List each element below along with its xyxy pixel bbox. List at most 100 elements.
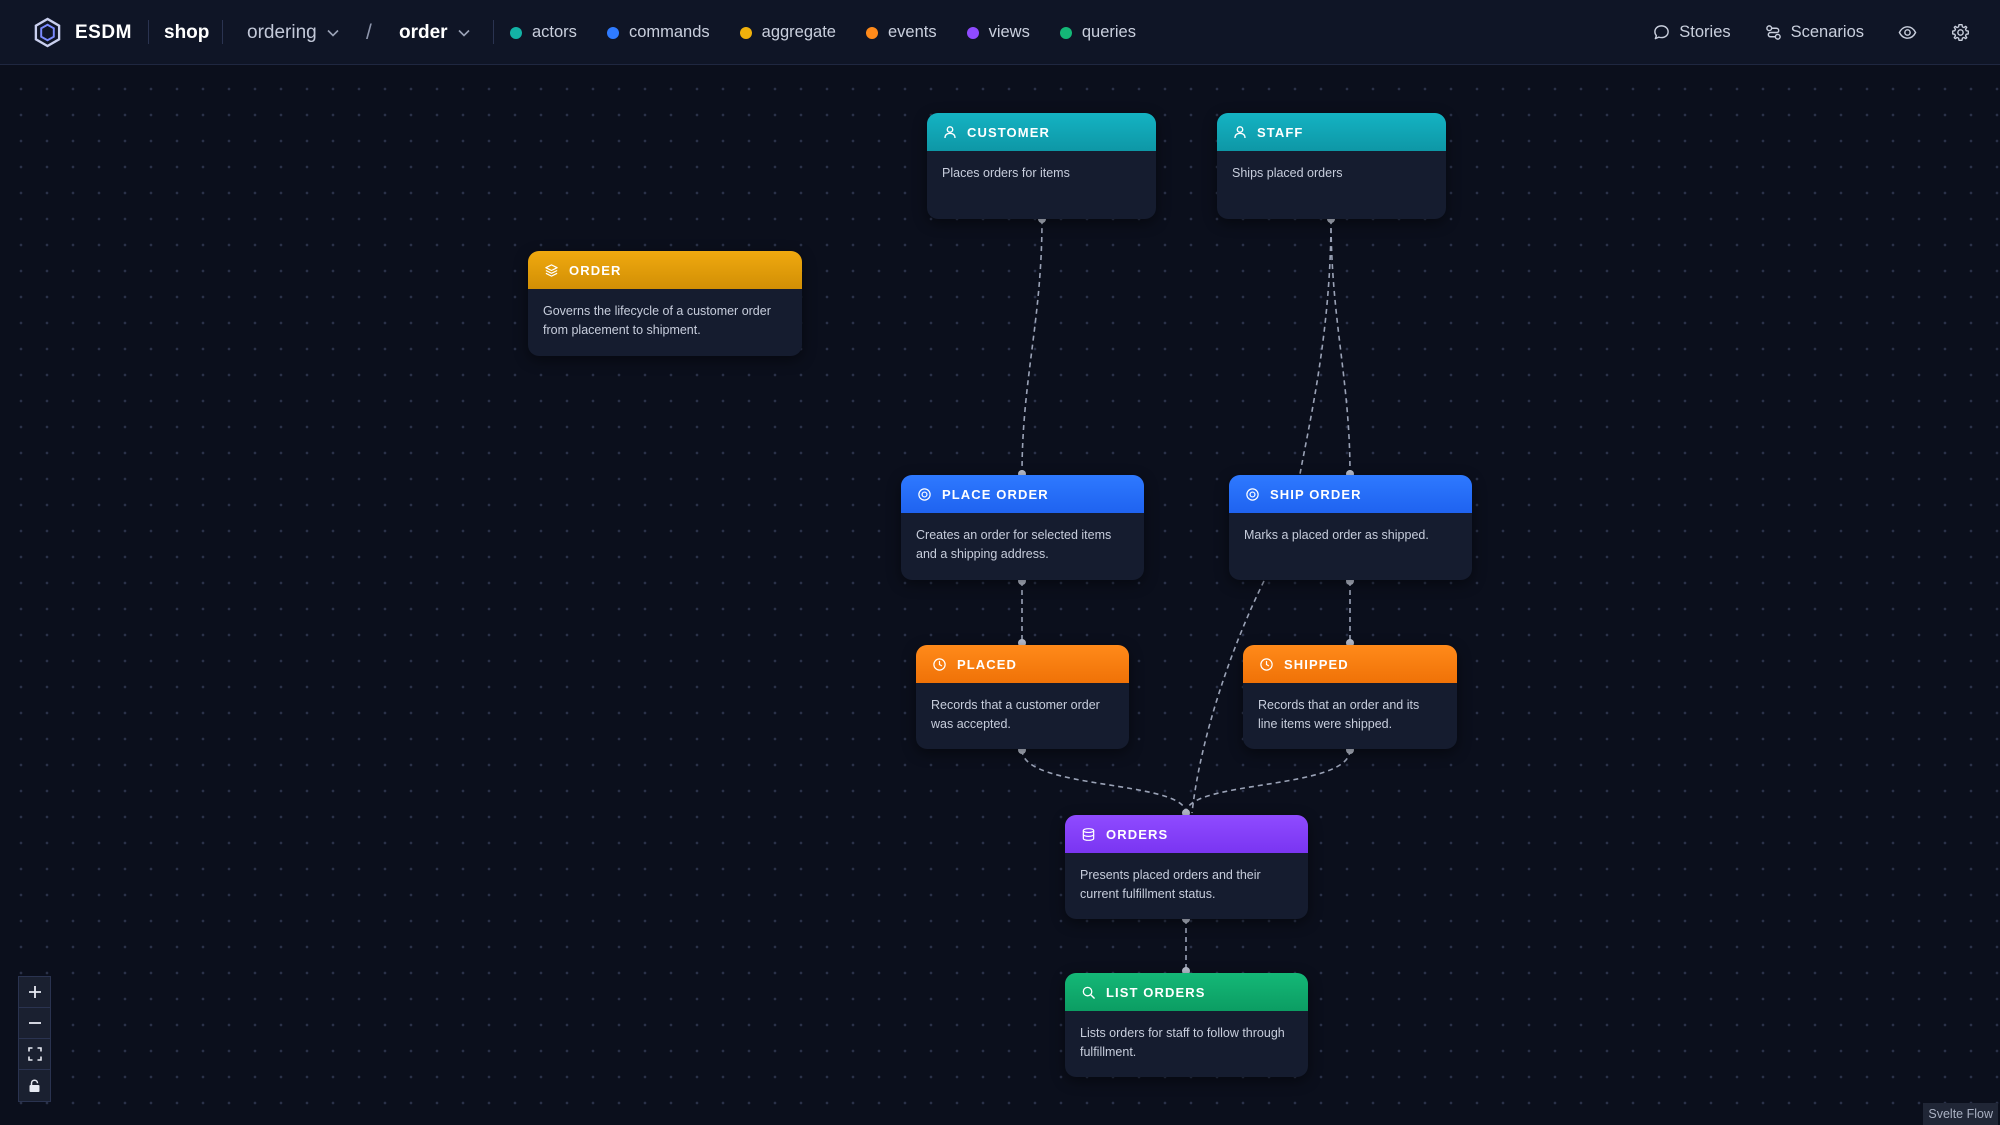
node-placed-event[interactable]: PLACED Records that a customer order was… [916,645,1129,749]
header-actions: Stories Scenarios [1653,0,2000,65]
zoom-out-button[interactable] [19,1008,50,1039]
node-staff[interactable]: STAFF Ships placed orders [1217,113,1446,219]
hexagon-logo-icon [34,17,61,48]
aggregate-selector[interactable]: order [399,0,470,65]
target-icon [918,487,931,501]
node-order-aggregate[interactable]: ORDER Governs the lifecycle of a custome… [528,251,802,356]
node-description: Records that a customer order was accept… [931,698,1100,731]
search-icon [1082,986,1095,999]
context-label: ordering [247,21,317,43]
chevron-down-icon [327,29,339,37]
node-description: Records that an order and its line items… [1258,698,1420,731]
legend: actors commands aggregate events views q… [510,0,1166,65]
legend-dot [865,26,878,39]
attribution-link[interactable]: Svelte Flow [1923,1103,1998,1125]
clock-icon [1260,657,1273,671]
node-description: Lists orders for staff to follow through… [1080,1026,1285,1059]
legend-dot [1059,26,1072,39]
visibility-button[interactable] [1898,23,1917,42]
stories-button[interactable]: Stories [1653,23,1731,42]
context-selector[interactable]: ordering [247,0,339,65]
legend-label: aggregate [761,23,836,41]
node-title: CUSTOMER [967,124,1050,140]
lock-button[interactable] [19,1070,50,1101]
zoom-in-button[interactable] [19,977,50,1008]
node-shipped-event[interactable]: SHIPPED Records that an order and its li… [1243,645,1457,749]
user-icon [1234,126,1246,139]
node-header: PLACE ORDER [901,475,1144,513]
node-title: PLACED [957,656,1018,672]
node-header: STAFF [1217,113,1446,151]
node-ship-order[interactable]: SHIP ORDER Marks a placed order as shipp… [1229,475,1472,580]
top-bar: ESDM shop ordering / order actors comman… [0,0,2000,65]
legend-aggregate[interactable]: aggregate [739,23,836,42]
fit-view-icon [27,1047,42,1061]
node-description: Presents placed orders and their current… [1080,868,1261,901]
database-icon [1082,827,1095,841]
route-icon [1765,25,1781,40]
layers-icon [545,263,558,277]
legend-label: views [988,23,1030,41]
node-title: PLACE ORDER [942,486,1049,502]
flow-canvas[interactable] [0,66,2000,1125]
legend-dot [510,26,522,39]
settings-button[interactable] [1951,23,1970,42]
user-icon [944,126,956,139]
node-title: STAFF [1257,124,1304,140]
legend-label: commands [628,23,710,41]
project-name[interactable]: shop [164,0,209,65]
node-description: Ships placed orders [1232,166,1343,180]
node-title: LIST ORDERS [1106,984,1206,1000]
node-description: Creates an order for selected items and … [916,528,1112,561]
stories-label: Stories [1679,23,1731,41]
breadcrumb-separator: / [366,20,372,44]
divider [148,20,149,44]
node-header: SHIPPED [1243,645,1457,683]
app-brand: ESDM [75,21,132,43]
node-title: ORDER [569,262,622,278]
minus-icon [28,1022,41,1024]
lock-icon [29,1078,40,1092]
legend-dot [606,26,619,39]
flow-controls [18,976,51,1102]
divider [222,20,223,44]
node-list-orders-query[interactable]: LIST ORDERS Lists orders for staff to fo… [1065,973,1308,1077]
node-header: LIST ORDERS [1065,973,1308,1011]
node-customer[interactable]: CUSTOMER Places orders for items [927,113,1156,219]
chevron-down-icon [458,29,470,37]
node-description: Governs the lifecycle of a customer orde… [543,304,771,337]
node-title: SHIPPED [1284,656,1349,672]
node-header: PLACED [916,645,1129,683]
legend-label: queries [1081,23,1136,41]
divider [493,20,494,44]
node-header: SHIP ORDER [1229,475,1472,513]
clock-icon [933,657,946,671]
scenarios-label: Scenarios [1790,23,1864,41]
target-icon [1246,487,1259,501]
fit-view-button[interactable] [19,1039,50,1070]
node-place-order[interactable]: PLACE ORDER Creates an order for selecte… [901,475,1144,580]
scenarios-button[interactable]: Scenarios [1765,23,1864,42]
node-orders-view[interactable]: ORDERS Presents placed orders and their … [1065,815,1308,919]
chat-bubble-icon [1654,25,1670,40]
legend-events[interactable]: events [865,23,937,42]
gear-icon [1952,24,1969,41]
legend-label: actors [532,23,577,41]
legend-commands[interactable]: commands [606,23,710,42]
plus-icon [28,986,41,998]
node-description: Places orders for items [942,166,1070,180]
node-header: ORDER [528,251,802,289]
node-title: SHIP ORDER [1270,486,1362,502]
aggregate-label: order [399,21,448,43]
node-title: ORDERS [1106,826,1169,842]
legend-label: events [887,23,937,41]
node-header: ORDERS [1065,815,1308,853]
legend-views[interactable]: views [966,23,1030,42]
legend-actors[interactable]: actors [510,23,577,42]
node-header: CUSTOMER [927,113,1156,151]
legend-dot [966,26,979,39]
node-description: Marks a placed order as shipped. [1244,528,1429,542]
legend-dot [739,26,752,39]
legend-queries[interactable]: queries [1059,23,1136,42]
eye-icon [1898,26,1917,39]
